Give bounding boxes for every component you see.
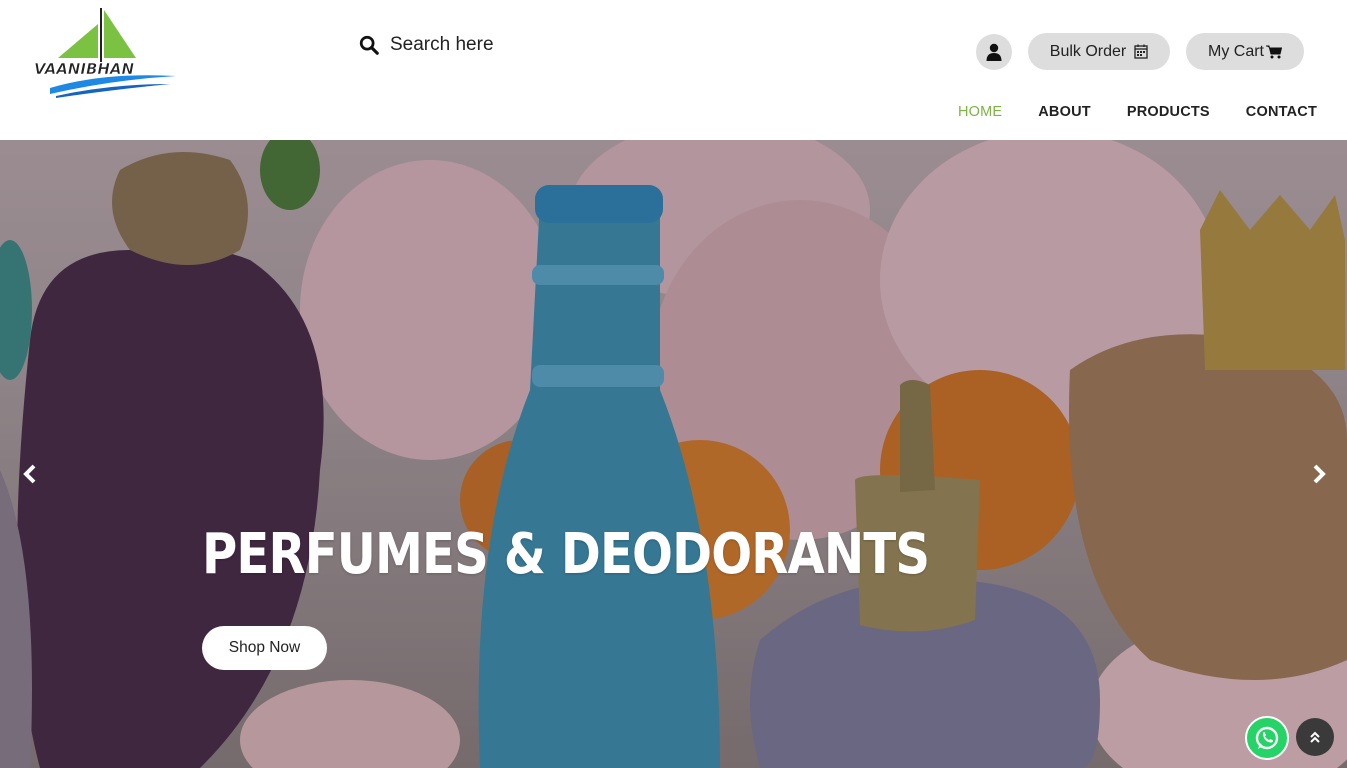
search-placeholder[interactable]: Search here xyxy=(390,34,494,56)
hero-headline: PERFUMES & DEODORANTS xyxy=(202,522,930,587)
whatsapp-button[interactable] xyxy=(1245,716,1289,760)
nav-products[interactable]: PRODUCTS xyxy=(1127,104,1210,120)
search-icon xyxy=(359,35,379,55)
slider-next-button[interactable] xyxy=(1306,462,1330,486)
bulk-order-button[interactable]: Bulk Order xyxy=(1028,33,1170,70)
calendar-icon xyxy=(1134,44,1148,59)
cart-icon xyxy=(1266,45,1282,58)
brand-logo[interactable]: VAANIBHAN xyxy=(30,6,180,98)
chevron-left-icon xyxy=(23,464,36,484)
search-bar[interactable]: Search here xyxy=(358,34,494,56)
hero-overlay xyxy=(0,140,1347,768)
whatsapp-icon xyxy=(1255,726,1279,750)
cart-label: My Cart xyxy=(1208,42,1264,60)
hero-slider: PERFUMES & DEODORANTS Shop Now xyxy=(0,140,1347,768)
double-chevron-up-icon xyxy=(1310,731,1320,743)
my-cart-button[interactable]: My Cart xyxy=(1186,33,1304,70)
main-nav: HOME ABOUT PRODUCTS CONTACT xyxy=(958,104,1317,120)
account-button[interactable] xyxy=(976,34,1012,70)
nav-contact[interactable]: CONTACT xyxy=(1246,104,1317,120)
site-header: VAANIBHAN Search here Bulk Order My Cart xyxy=(0,0,1347,140)
shop-now-button[interactable]: Shop Now xyxy=(202,626,327,670)
svg-text:VAANIBHAN: VAANIBHAN xyxy=(34,60,135,78)
scroll-to-top-button[interactable] xyxy=(1296,718,1334,756)
nav-home[interactable]: HOME xyxy=(958,104,1002,120)
slider-prev-button[interactable] xyxy=(19,462,43,486)
chevron-right-icon xyxy=(1313,464,1326,484)
bulk-order-label: Bulk Order xyxy=(1049,42,1127,60)
nav-about[interactable]: ABOUT xyxy=(1038,104,1091,120)
user-icon xyxy=(986,43,1002,61)
